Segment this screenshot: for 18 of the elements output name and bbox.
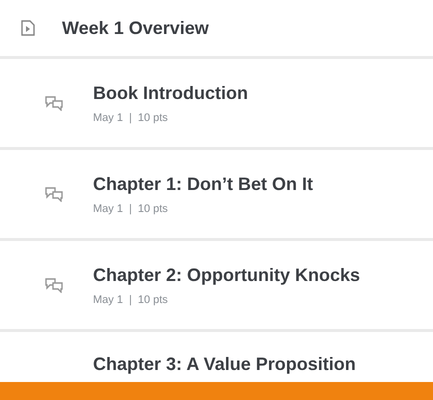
separator: | [128,294,132,306]
points: 10 pts [138,112,168,124]
item-title[interactable]: Book Introduction [93,82,248,104]
chat-bubbles-icon [45,95,63,111]
points: 10 pts [138,202,168,214]
module-title[interactable]: Week 1 Overview [62,18,209,38]
document-icon [21,20,35,36]
item-title[interactable]: Chapter 3: A Value Proposition [93,354,356,375]
item-title[interactable]: Chapter 2: Opportunity Knocks [93,264,360,286]
due-date: May 1 [93,294,123,306]
separator: | [128,112,132,124]
points: 10 pts [138,294,168,306]
separator: | [128,202,132,214]
due-date: May 1 [93,202,123,214]
chat-bubbles-icon [45,277,63,293]
due-date: May 1 [93,112,123,124]
chat-bubbles-icon [45,186,63,202]
item-title[interactable]: Chapter 1: Don’t Bet On It [93,174,313,194]
